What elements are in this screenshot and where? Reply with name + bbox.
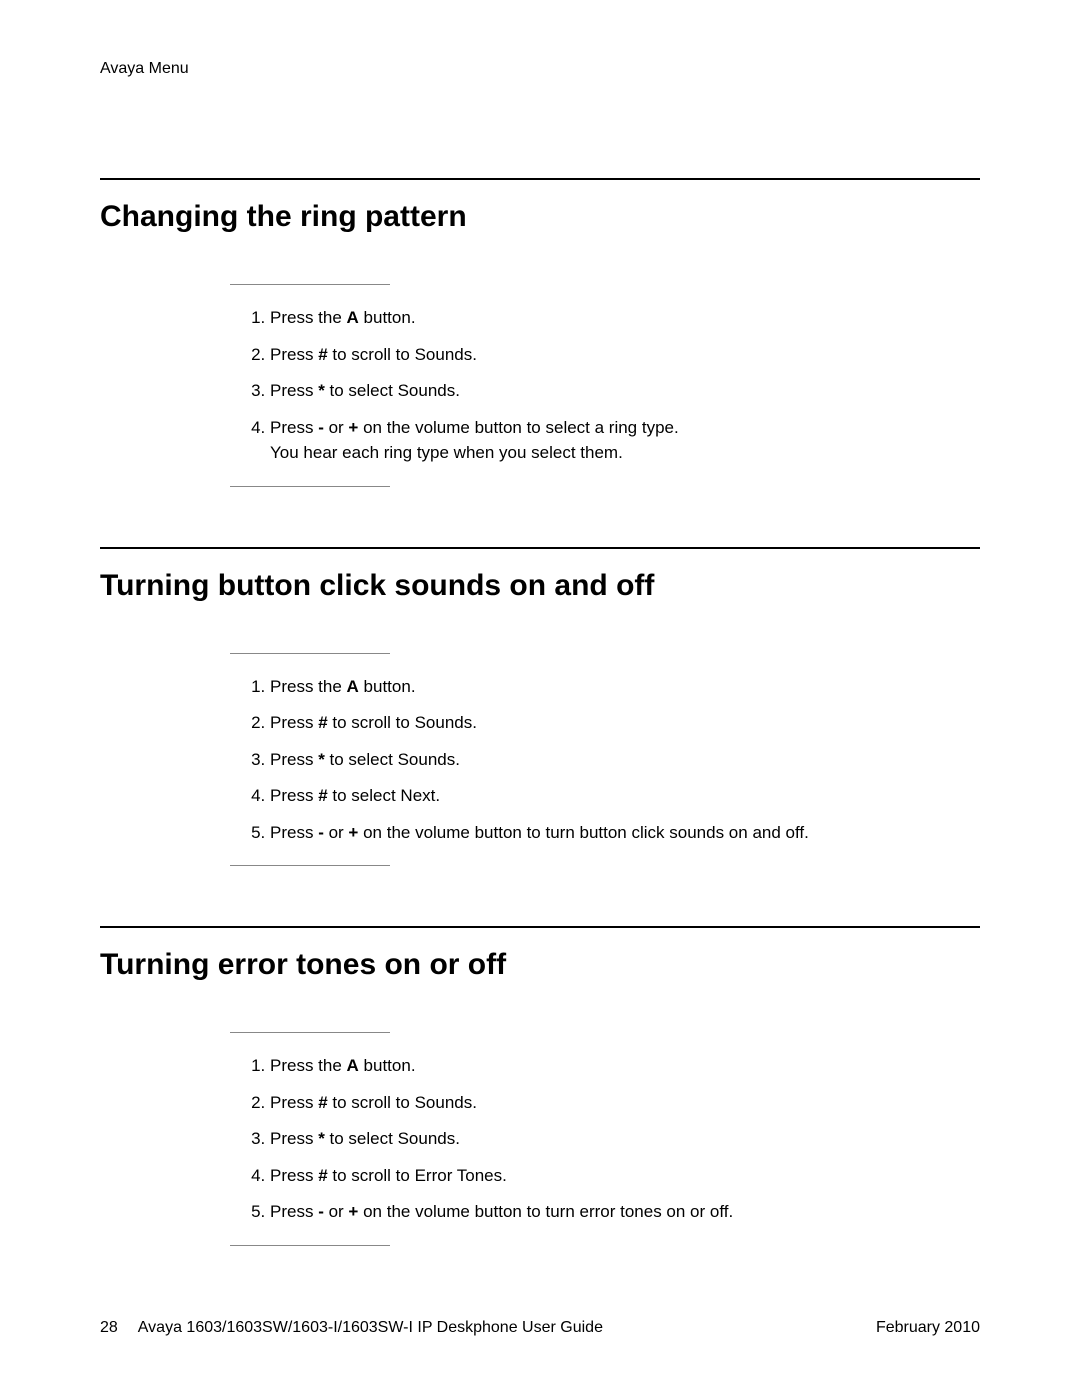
short-rule xyxy=(230,653,390,654)
section-title: Turning button click sounds on and off xyxy=(100,569,980,603)
section-rule xyxy=(100,178,980,180)
doc-date: February 2010 xyxy=(876,1319,980,1337)
steps-list: Press the A button. Press # to scroll to … xyxy=(100,674,980,846)
step-item: Press * to select Sounds. xyxy=(270,747,980,773)
step-item: Press # to scroll to Sounds. xyxy=(270,342,980,368)
short-rule xyxy=(230,284,390,285)
section-rule xyxy=(100,547,980,549)
doc-title: Avaya 1603/1603SW/1603-I/1603SW-I IP Des… xyxy=(138,1319,603,1337)
step-item: Press - or + on the volume button to tur… xyxy=(270,820,980,846)
section: Changing the ring pattern Press the A but… xyxy=(100,178,980,487)
short-rule xyxy=(230,1032,390,1033)
step-item: Press the A button. xyxy=(270,305,980,331)
short-rule xyxy=(230,486,390,487)
section-rule xyxy=(100,926,980,928)
step-item: Press # to scroll to Error Tones. xyxy=(270,1163,980,1189)
page-number: 28 xyxy=(100,1319,118,1337)
step-item: Press # to scroll to Sounds. xyxy=(270,710,980,736)
section: Turning button click sounds on and off Pr… xyxy=(100,547,980,867)
step-item: Press the A button. xyxy=(270,1053,980,1079)
step-item: Press # to scroll to Sounds. xyxy=(270,1090,980,1116)
step-item: Press - or + on the volume button to tur… xyxy=(270,1199,980,1225)
step-item: Press the A button. xyxy=(270,674,980,700)
short-rule xyxy=(230,1245,390,1246)
section-title: Turning error tones on or off xyxy=(100,948,980,982)
step-item: Press # to select Next. xyxy=(270,783,980,809)
step-item: Press * to select Sounds. xyxy=(270,1126,980,1152)
steps-list: Press the A button. Press # to scroll to … xyxy=(100,305,980,466)
step-item: Press * to select Sounds. xyxy=(270,378,980,404)
page-header: Avaya Menu xyxy=(100,60,980,78)
page-footer: 28 Avaya 1603/1603SW/1603-I/1603SW-I IP … xyxy=(100,1319,980,1337)
section: Turning error tones on or off Press the A… xyxy=(100,926,980,1246)
short-rule xyxy=(230,865,390,866)
steps-list: Press the A button. Press # to scroll to … xyxy=(100,1053,980,1225)
step-item: Press - or + on the volume button to sel… xyxy=(270,415,980,466)
section-title: Changing the ring pattern xyxy=(100,200,980,234)
